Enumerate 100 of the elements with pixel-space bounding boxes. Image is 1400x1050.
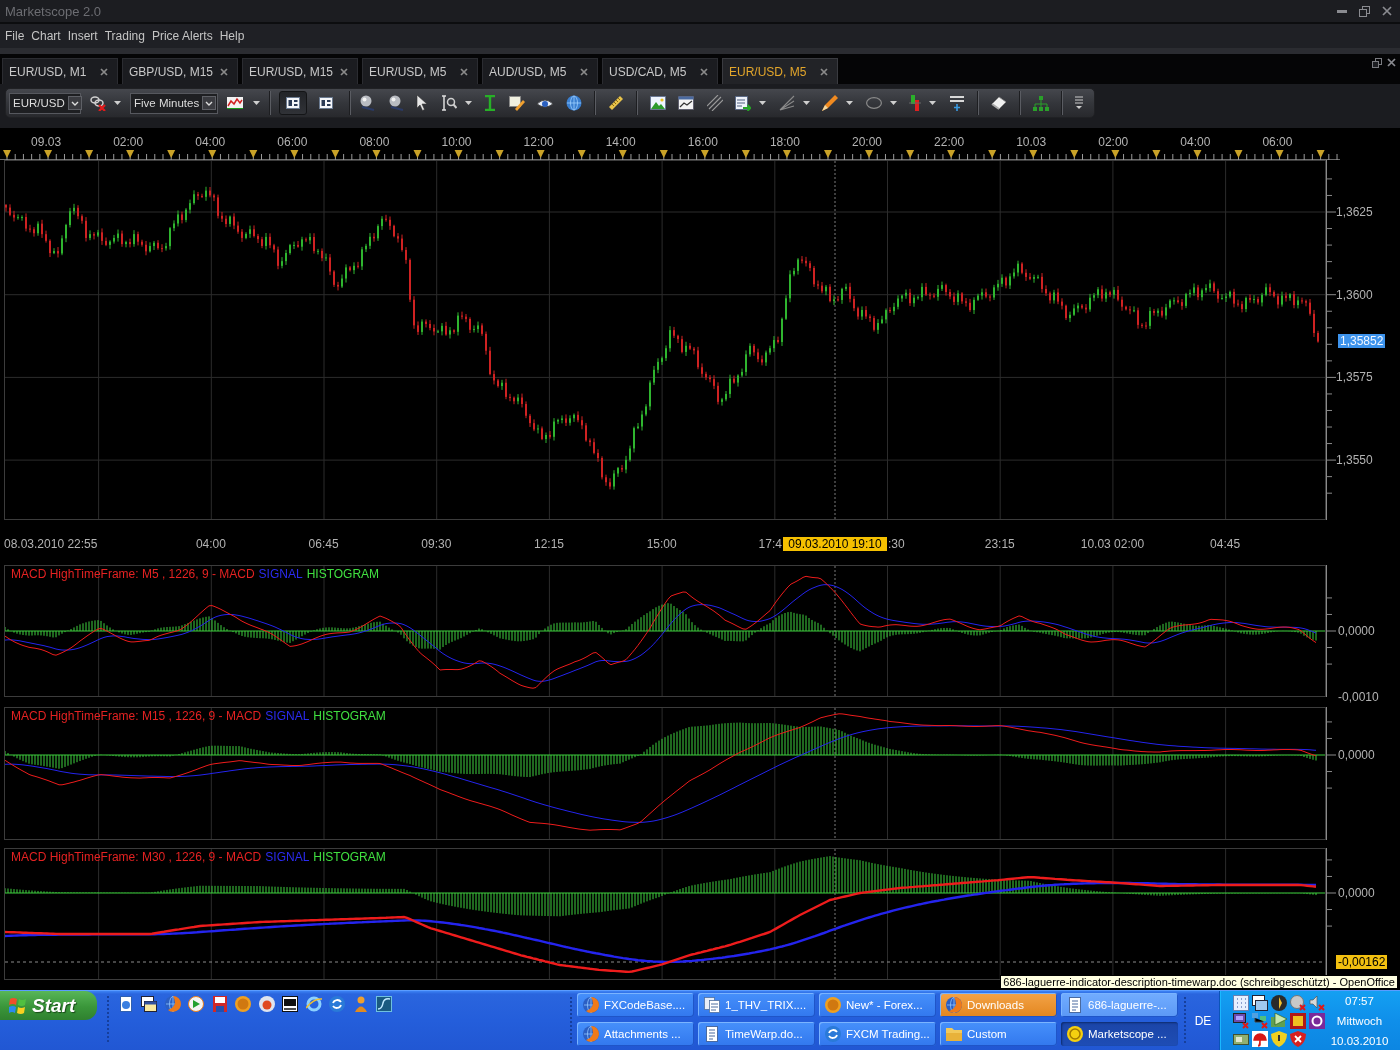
caret-icon[interactable] bbox=[464, 101, 472, 105]
menu-item[interactable]: Chart bbox=[31, 29, 61, 43]
current-price-marker: 1,35852 bbox=[1338, 334, 1386, 348]
wave-tile-icon[interactable] bbox=[376, 996, 392, 1012]
arrow-cursor-icon[interactable] bbox=[416, 95, 428, 111]
disc-cross-icon[interactable] bbox=[1290, 995, 1306, 1011]
text-lines-icon[interactable] bbox=[948, 95, 965, 111]
caret-icon[interactable] bbox=[889, 101, 897, 105]
sphere-icon[interactable] bbox=[387, 95, 404, 111]
timeframe-select[interactable]: Five Minutes bbox=[130, 92, 218, 114]
coin-icon[interactable] bbox=[235, 996, 251, 1012]
menu-item[interactable]: File bbox=[5, 29, 25, 43]
task-button[interactable]: TimeWarp.do... bbox=[698, 1022, 815, 1046]
globe-icon bbox=[583, 1026, 599, 1042]
window-chart-icon[interactable] bbox=[678, 96, 694, 110]
arrow-tile-icon[interactable] bbox=[1271, 1013, 1287, 1029]
task-button[interactable]: FXCodeBase.... bbox=[577, 993, 694, 1017]
sphere-icon[interactable] bbox=[359, 95, 375, 111]
shield-icon[interactable] bbox=[1271, 1031, 1287, 1047]
overflow-menu-icon[interactable] bbox=[1074, 96, 1083, 110]
window-stack-icon[interactable] bbox=[141, 996, 157, 1012]
dotted-tile-icon[interactable] bbox=[1233, 995, 1249, 1011]
chart-tab[interactable]: EUR/USD, M5 bbox=[722, 58, 838, 84]
globe-icon[interactable] bbox=[565, 95, 582, 111]
menu-item[interactable]: Insert bbox=[67, 29, 98, 43]
task-button[interactable]: Custom bbox=[940, 1022, 1057, 1046]
page-icon[interactable] bbox=[117, 996, 134, 1012]
vertical-zoom-icon[interactable] bbox=[440, 95, 457, 111]
menu-item[interactable]: Price Alerts bbox=[151, 29, 213, 43]
tile-icon[interactable] bbox=[1290, 1013, 1306, 1029]
network-cross-icon[interactable] bbox=[1252, 1013, 1268, 1029]
dropdown-icon[interactable] bbox=[202, 96, 217, 110]
dropdown-icon[interactable] bbox=[67, 96, 82, 110]
shield-cross-icon[interactable] bbox=[1290, 1031, 1306, 1047]
play-disc-icon[interactable] bbox=[188, 996, 204, 1012]
disc-icon[interactable] bbox=[1271, 995, 1287, 1011]
fan-lines-icon[interactable] bbox=[778, 95, 795, 111]
chain-cross-icon[interactable] bbox=[90, 95, 106, 111]
time-label: 10:00 bbox=[441, 135, 472, 149]
vertical-range-icon[interactable] bbox=[484, 95, 496, 111]
chart-tab[interactable]: EUR/USD, M5 bbox=[362, 58, 478, 84]
note-pencil-icon[interactable] bbox=[508, 95, 525, 111]
restore-icon[interactable] bbox=[1359, 5, 1370, 17]
close-icon[interactable] bbox=[1387, 58, 1396, 67]
monitor-icon[interactable] bbox=[282, 996, 298, 1012]
mini-chart-icon[interactable] bbox=[227, 97, 243, 109]
close-icon[interactable] bbox=[460, 67, 468, 76]
ring-tile-icon[interactable] bbox=[1309, 1013, 1325, 1029]
task-button[interactable]: Attachments ... bbox=[577, 1022, 694, 1046]
menu-item[interactable]: Help bbox=[219, 29, 245, 43]
window-stack-icon[interactable] bbox=[1252, 995, 1268, 1011]
flag-icon[interactable] bbox=[9, 996, 27, 1015]
close-icon[interactable] bbox=[220, 67, 228, 76]
caret-icon[interactable] bbox=[114, 101, 121, 105]
minimize-icon[interactable] bbox=[1337, 9, 1347, 13]
caret-icon[interactable] bbox=[253, 101, 260, 105]
chart-tab[interactable]: GBP/USD, M15 bbox=[122, 58, 238, 84]
ruler-icon[interactable] bbox=[607, 95, 624, 111]
parallel-lines-icon[interactable] bbox=[706, 95, 723, 111]
ring-icon[interactable] bbox=[305, 996, 322, 1012]
person-icon[interactable] bbox=[352, 996, 369, 1012]
menu-item[interactable]: Trading bbox=[104, 29, 145, 43]
close-icon[interactable] bbox=[100, 67, 108, 76]
task-button[interactable]: FXCM Trading... bbox=[819, 1022, 936, 1046]
close-icon[interactable] bbox=[700, 67, 708, 76]
umbrella-tile-icon[interactable] bbox=[1252, 1031, 1268, 1047]
panel-grid-icon[interactable] bbox=[319, 97, 333, 109]
chart-tab[interactable]: EUR/USD, M15 bbox=[242, 58, 358, 84]
task-button[interactable]: Marketscope ... bbox=[1061, 1022, 1178, 1046]
panel-grid-icon[interactable] bbox=[286, 97, 300, 109]
monitor-cross-icon[interactable] bbox=[1233, 1013, 1249, 1029]
pencil-icon[interactable] bbox=[822, 95, 838, 111]
sync-arrows-icon[interactable] bbox=[329, 996, 345, 1012]
ellipse-icon[interactable] bbox=[865, 97, 882, 109]
instrument-select[interactable]: EUR/USD bbox=[9, 92, 81, 114]
speaker-cross-icon[interactable] bbox=[1309, 995, 1325, 1011]
caret-icon[interactable] bbox=[846, 101, 853, 105]
caret-icon[interactable] bbox=[759, 101, 766, 105]
task-button[interactable]: New* - Forex... bbox=[819, 993, 936, 1017]
landscape-picture-icon[interactable] bbox=[649, 96, 666, 110]
disc-icon[interactable] bbox=[258, 996, 275, 1012]
language-indicator[interactable]: DE bbox=[1194, 1013, 1212, 1028]
chart-tab[interactable]: AUD/USD, M5 bbox=[482, 58, 598, 84]
start-button[interactable]: Start bbox=[0, 991, 97, 1020]
restore-icon[interactable] bbox=[1372, 58, 1382, 68]
close-icon[interactable] bbox=[340, 67, 348, 76]
close-icon[interactable] bbox=[1382, 6, 1392, 16]
card-icon[interactable] bbox=[1233, 1031, 1249, 1047]
floppy-icon[interactable] bbox=[211, 996, 228, 1012]
close-icon[interactable] bbox=[580, 67, 588, 76]
chart-tab[interactable]: EUR/USD, M1 bbox=[2, 58, 118, 84]
chart-tab[interactable]: USD/CAD, M5 bbox=[602, 58, 718, 84]
caret-icon[interactable] bbox=[929, 101, 936, 105]
eraser-icon[interactable] bbox=[990, 96, 1007, 110]
close-icon[interactable] bbox=[820, 67, 828, 76]
hierarchy-icon[interactable] bbox=[1032, 95, 1049, 111]
task-button[interactable]: 1_THV_TRIX.... bbox=[698, 993, 815, 1017]
caret-icon[interactable] bbox=[802, 101, 810, 105]
layout-toggle-button[interactable] bbox=[279, 91, 307, 115]
bar-pair-icon[interactable] bbox=[909, 95, 921, 111]
